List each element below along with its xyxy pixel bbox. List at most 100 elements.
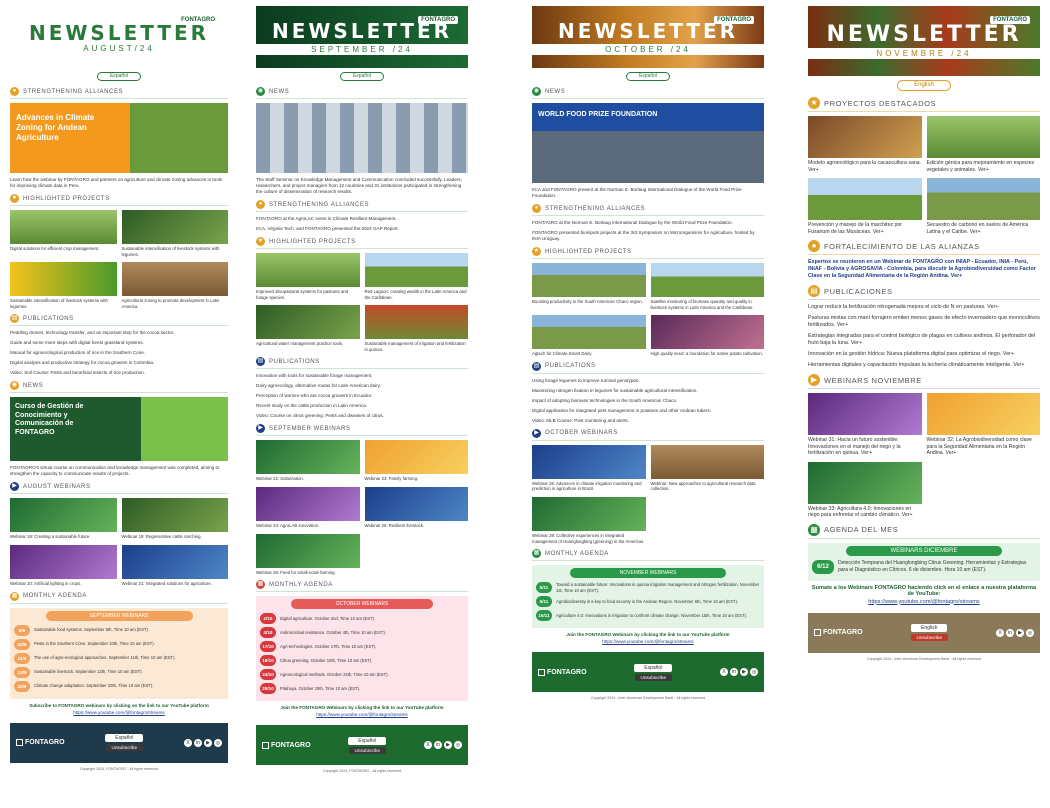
publication-item[interactable]: Estrategias integradas para el control b… — [808, 333, 1040, 347]
project-card[interactable]: Improved silvopastoral systems for pastu… — [256, 253, 360, 300]
webinar-card[interactable]: Webinar 32: La Agrobiodiversidad como cl… — [926, 393, 1040, 457]
project-card[interactable]: Sustainable intensification of livestock… — [10, 262, 117, 309]
agenda-row[interactable]: 6/12 Detección Temprana del Huanglongbing… — [812, 559, 1036, 574]
publication-item[interactable]: Recent study on the cattle production in… — [256, 403, 468, 409]
publication-item[interactable]: Dairy agroecology, alternative routes fo… — [256, 383, 468, 389]
agenda-row[interactable]: 4/10 Antimicrobial resistance. October 4t… — [260, 627, 464, 639]
project-card[interactable]: High quality seed: a foundation for nati… — [650, 315, 764, 357]
agenda-row[interactable]: 24/10 Agroecological methods. October 24t… — [260, 669, 464, 681]
alliance-item[interactable]: IICA, Virginia Tech, and FONTAGRO presen… — [256, 226, 468, 232]
alliance-item[interactable]: FONTAGRO presented bioinputs projects at… — [532, 230, 764, 242]
publication-item[interactable]: Peddling drones, technology transfer, an… — [10, 330, 228, 336]
linkedin-icon[interactable]: in — [194, 738, 202, 747]
news-image[interactable]: Curso de Gestión de Conocimiento y Comun… — [10, 397, 228, 462]
footer-language-button[interactable]: Español — [105, 734, 144, 743]
publication-item[interactable]: Perception of women who are cocoa grower… — [256, 393, 468, 399]
instagram-icon[interactable]: ◎ — [1026, 628, 1034, 637]
agenda-row[interactable]: 29/10 Pitahaya. October 29th, Time 10 am … — [260, 683, 464, 695]
project-card[interactable]: Sustainable management of irrigation and… — [364, 305, 468, 352]
footer-language-button[interactable]: English — [911, 624, 948, 632]
alliance-item[interactable]: FONTAGRO at the AgroLAC event in Climate… — [256, 216, 468, 222]
x-icon[interactable]: X — [184, 738, 192, 747]
youtube-link[interactable]: https://www.youtube.com/@fontagro/stream… — [10, 710, 228, 715]
webinar-card[interactable]: Webinar 24: AgroLAB innovation. — [256, 486, 360, 529]
webinar-card[interactable]: Webinar 33: Agricultura 4.0: Innovacione… — [808, 461, 922, 519]
publication-item[interactable]: Digital analysis and productive strategy… — [10, 360, 228, 366]
instagram-icon[interactable]: ◎ — [750, 668, 758, 677]
webinar-card[interactable]: Webinar 23: Family farming. — [364, 440, 468, 482]
language-button[interactable]: Español — [340, 72, 384, 81]
unsubscribe-button[interactable]: Unsubscribe — [348, 746, 387, 754]
webinar-card[interactable]: Webinar 26: Advances in climate irrigati… — [532, 444, 646, 492]
footer-language-button[interactable]: Español — [634, 663, 673, 672]
publication-item[interactable]: Herramientas digitales y capacitación im… — [808, 362, 1040, 369]
publication-item[interactable]: Innovation with tools for sustainable fo… — [256, 373, 468, 379]
youtube-link[interactable]: https://www.youtube.com/@fontagro/stream… — [808, 599, 1040, 605]
project-card[interactable]: Boosting productivity in the South Ameri… — [532, 263, 646, 310]
publication-item[interactable]: Video: Course on citrus greening: Pests … — [256, 413, 468, 419]
agenda-row[interactable]: 5/9 Sustainable food systems. September 5… — [14, 624, 224, 636]
hero-image[interactable]: Advances in Climate Zoning for Andean Ag… — [10, 103, 228, 173]
publication-item[interactable]: Guide and some more steps with digital f… — [10, 340, 228, 346]
project-card[interactable]: Red Lagoon: creating wealth in the Latin… — [364, 253, 468, 300]
webinar-card[interactable]: Webinar 29: Collective experiences in in… — [532, 496, 646, 544]
publication-item[interactable]: Innovación en la gestión hídrica: Nueva … — [808, 351, 1040, 358]
project-card[interactable]: Satellite monitoring of biomass quantity… — [650, 263, 764, 310]
agenda-row[interactable]: 11/9 The use of agro-ecological approache… — [14, 652, 224, 664]
youtube-icon[interactable]: ▶ — [1016, 628, 1024, 637]
project-card[interactable]: Edición génica para mejoramiento en espe… — [926, 116, 1040, 173]
webinar-card[interactable]: Webinar 26: Feed for small-scale farming… — [256, 533, 360, 576]
agenda-row[interactable]: 6/11 Agrobiodiversity is a key to food se… — [536, 596, 760, 608]
agenda-row[interactable]: 13/9 Sustainable livestock. September 13t… — [14, 666, 224, 678]
youtube-link[interactable]: https://www.youtube.com/@fontagro/stream… — [256, 712, 468, 717]
webinar-card[interactable]: Webinar 25: Resilient livestock. — [364, 486, 468, 529]
agenda-row[interactable]: 10/9 Pests in the Southern Cone. Septembe… — [14, 638, 224, 650]
webinar-card[interactable]: Webinar 20: Artificial lighting in crops… — [10, 544, 117, 587]
x-icon[interactable]: X — [996, 628, 1004, 637]
project-card[interactable]: Agricultural water management practice t… — [256, 305, 360, 352]
news-image[interactable]: WORLD FOOD PRIZE FOUNDATION — [532, 103, 764, 183]
x-icon[interactable]: X — [720, 668, 728, 677]
x-icon[interactable]: X — [424, 741, 432, 750]
project-card[interactable]: Agtech for Climate-Smart Dairy. — [532, 315, 646, 357]
agenda-row[interactable]: 15/11 Agriculture 4.0: Innovations in irr… — [536, 610, 760, 622]
linkedin-icon[interactable]: in — [434, 741, 442, 750]
unsubscribe-button[interactable]: Unsubscribe — [910, 634, 949, 641]
language-button[interactable]: Español — [626, 72, 670, 81]
alliance-item[interactable]: Expertos se reunieron en un Webinar de F… — [808, 259, 1040, 280]
webinar-card[interactable]: Webinar 18: Creating a sustainable futur… — [10, 498, 117, 540]
linkedin-icon[interactable]: in — [1006, 628, 1014, 637]
unsubscribe-button[interactable]: Unsubscribe — [634, 673, 673, 681]
webinar-card[interactable]: Webinar 31: Hacia un futuro sostenible: … — [808, 393, 922, 457]
news-image[interactable] — [256, 103, 468, 173]
publication-item[interactable]: Using forage legumes to improve ruminal … — [532, 378, 764, 384]
youtube-link[interactable]: https://www.youtube.com/@fontagro/stream… — [532, 639, 764, 644]
unsubscribe-button[interactable]: Unsubscribe — [105, 744, 144, 752]
agenda-row[interactable]: 18/10 Citrus greening. October 18th, Time… — [260, 655, 464, 667]
language-button[interactable]: English — [897, 80, 951, 91]
footer-language-button[interactable]: Español — [348, 736, 387, 745]
publication-item[interactable]: Video: Soil Course: Pests and beneficial… — [10, 370, 228, 376]
publication-item[interactable]: Digital application for integrated pest … — [532, 408, 764, 414]
project-card[interactable]: Prevención y manejo de la marchitez por … — [808, 178, 922, 235]
publication-item[interactable]: Video: MLB Course: Pest monitoring and a… — [532, 418, 764, 424]
agenda-row[interactable]: 2/10 Digital agriculture. October 2nd, Ti… — [260, 613, 464, 625]
instagram-icon[interactable]: ◎ — [454, 741, 462, 750]
project-card[interactable]: Agricultural zoning to promote developme… — [121, 262, 228, 309]
webinar-card[interactable]: Webinar: New approaches to agricultural … — [650, 444, 764, 492]
webinar-card[interactable]: Webinar 19: Regenerative cattle ranching… — [121, 498, 228, 540]
youtube-icon[interactable]: ▶ — [204, 738, 212, 747]
webinar-card[interactable]: Webinar 22: Solarization. — [256, 440, 360, 482]
publication-item[interactable]: Manual for agroecological production of … — [10, 350, 228, 356]
agenda-row[interactable]: 17/10 Agri-technologies. October 17th, Ti… — [260, 641, 464, 653]
publication-item[interactable]: Impact of adopting biomass technologies … — [532, 398, 764, 404]
linkedin-icon[interactable]: in — [730, 668, 738, 677]
agenda-row[interactable]: 20/9 Climate change adaptation. September… — [14, 680, 224, 692]
alliance-item[interactable]: FONTAGRO at the Norman E. Borlaug Intern… — [532, 220, 764, 226]
publication-item[interactable]: Maximizing nitrogen fixation in legumes … — [532, 388, 764, 394]
webinar-card[interactable]: Webinar 21: Integrated solutions for agr… — [121, 544, 228, 587]
project-card[interactable]: Sustainable intensification of livestock… — [121, 210, 228, 257]
publication-item[interactable]: Lograr reducir la fertilización nitrogen… — [808, 304, 1040, 311]
language-button[interactable]: Español — [97, 72, 141, 81]
youtube-icon[interactable]: ▶ — [444, 741, 452, 750]
